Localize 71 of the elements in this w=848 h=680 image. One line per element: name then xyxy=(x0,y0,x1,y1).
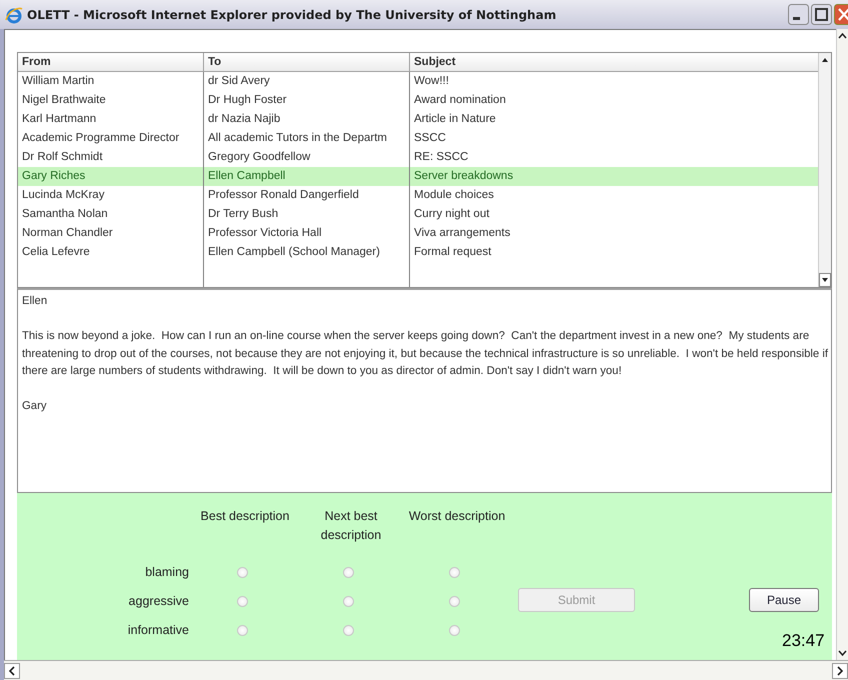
message-text: This is now beyond a joke. How can I run an on-line course when the server keeps going down? Can't the department invest in a new one? My students are threatening to drop out of the courses, not because they are not enjoying it, but because the technical infrastructure is so unreliable. I won't be held responsible if there are large numbers of students withdrawing. It will be down to you as director of admin. Don't say I didn't warn you! xyxy=(22,329,828,379)
radio-button[interactable] xyxy=(236,596,248,607)
radio-button[interactable] xyxy=(448,596,460,607)
column-heading: Next best description xyxy=(320,508,382,544)
row-label: informative xyxy=(126,622,189,639)
radio-button[interactable] xyxy=(448,567,460,578)
browser-logo-icon xyxy=(5,6,23,24)
column-header[interactable]: Subject xyxy=(410,53,818,72)
window-title: OLETT - Microsoft Internet Explorer provided by The University of Nottingham xyxy=(27,8,558,22)
table-cell: dr Nazia Najib xyxy=(204,110,410,129)
scroll-right-icon[interactable] xyxy=(832,662,848,678)
table-cell: Lucinda McKray xyxy=(18,186,204,205)
table-cell: Samantha Nolan xyxy=(18,205,204,224)
radio-button[interactable] xyxy=(448,625,460,636)
column-header[interactable]: From xyxy=(18,53,204,72)
table-cell: Academic Programme Director xyxy=(18,129,204,148)
scroll-left-icon[interactable] xyxy=(4,662,20,678)
table-cell: Ellen Campbell xyxy=(204,167,410,186)
table-cell: All academic Tutors in the Departm xyxy=(204,129,410,148)
message-text: Gary xyxy=(22,399,48,414)
message-text: Ellen xyxy=(22,294,48,309)
message-row[interactable]: Karl Hartmann dr Nazia Najib Article in Nature xyxy=(18,110,818,129)
column-heading: Best description xyxy=(200,508,290,525)
table-cell: Celia Lefevre xyxy=(18,243,204,262)
row-label: blaming xyxy=(144,564,189,581)
close-icon[interactable] xyxy=(834,4,848,25)
message-row[interactable]: Samantha Nolan Dr Terry Bush Curry night out xyxy=(18,205,818,224)
message-row[interactable]: Lucinda McKray Professor Ronald Dangerfield Module choices xyxy=(18,186,818,205)
table-cell-text: SSCC xyxy=(413,131,447,146)
horizontal-scrollbar[interactable] xyxy=(4,660,848,680)
column-header[interactable]: To xyxy=(204,53,410,72)
table-cell-text: Viva arrangements xyxy=(413,226,512,241)
row-label: aggressive xyxy=(128,593,189,610)
message-row[interactable]: Nigel Brathwaite Dr Hugh Foster Award nomination xyxy=(18,91,818,110)
table-cell-text: Article in Nature xyxy=(413,112,497,127)
timer: 23:47 xyxy=(782,631,825,651)
table-cell: William Martin xyxy=(18,72,204,91)
table-cell: Karl Hartmann xyxy=(18,110,204,129)
table-cell: Gary Riches xyxy=(18,167,204,186)
table-cell-text: Server breakdowns xyxy=(413,169,514,184)
table-cell-text: Award nomination xyxy=(413,93,507,108)
table-cell-text: Wow!!! xyxy=(413,74,450,89)
message-row[interactable]: Norman Chandler Professor Victoria Hall Viva arrangements xyxy=(18,224,818,243)
maximize-icon[interactable] xyxy=(811,4,832,25)
pause-button[interactable]: Pause xyxy=(749,588,819,612)
table-cell: Norman Chandler xyxy=(18,224,204,243)
scrollbar[interactable] xyxy=(818,53,831,287)
scrollbar[interactable] xyxy=(836,29,848,660)
table-cell-text: Formal request xyxy=(413,245,492,260)
radio-button[interactable] xyxy=(342,625,354,636)
minimize-icon[interactable] xyxy=(788,4,809,25)
table-cell: Dr Hugh Foster xyxy=(204,91,410,110)
table-cell: Professor Victoria Hall xyxy=(204,224,410,243)
message-row[interactable]: Celia Lefevre Ellen Campbell (School Manager) Formal request xyxy=(18,243,818,262)
table-cell: dr Sid Avery xyxy=(204,72,410,91)
table-cell: Nigel Brathwaite xyxy=(18,91,204,110)
radio-button[interactable] xyxy=(236,567,248,578)
message-row[interactable]: William Martin dr Sid Avery Wow!!! xyxy=(18,72,818,91)
radio-button[interactable] xyxy=(236,625,248,636)
table-cell: Ellen Campbell (School Manager) xyxy=(204,243,410,262)
table-cell: Professor Ronald Dangerfield xyxy=(204,186,410,205)
table-cell-text: Module choices xyxy=(413,188,495,203)
radio-button[interactable] xyxy=(342,567,354,578)
message-row[interactable]: Gary Riches Ellen Campbell Server breakdowns xyxy=(18,167,818,186)
radio-button[interactable] xyxy=(342,596,354,607)
table-cell: Dr Terry Bush xyxy=(204,205,410,224)
scroll-down-icon[interactable] xyxy=(819,273,831,287)
table-cell-text: Curry night out xyxy=(413,207,490,222)
column-heading: Worst description xyxy=(408,508,506,525)
table-cell-text: RE: SSCC xyxy=(413,150,470,165)
message-row[interactable]: Academic Programme Director All academic Tutors in the Departm SSCC xyxy=(18,129,818,148)
